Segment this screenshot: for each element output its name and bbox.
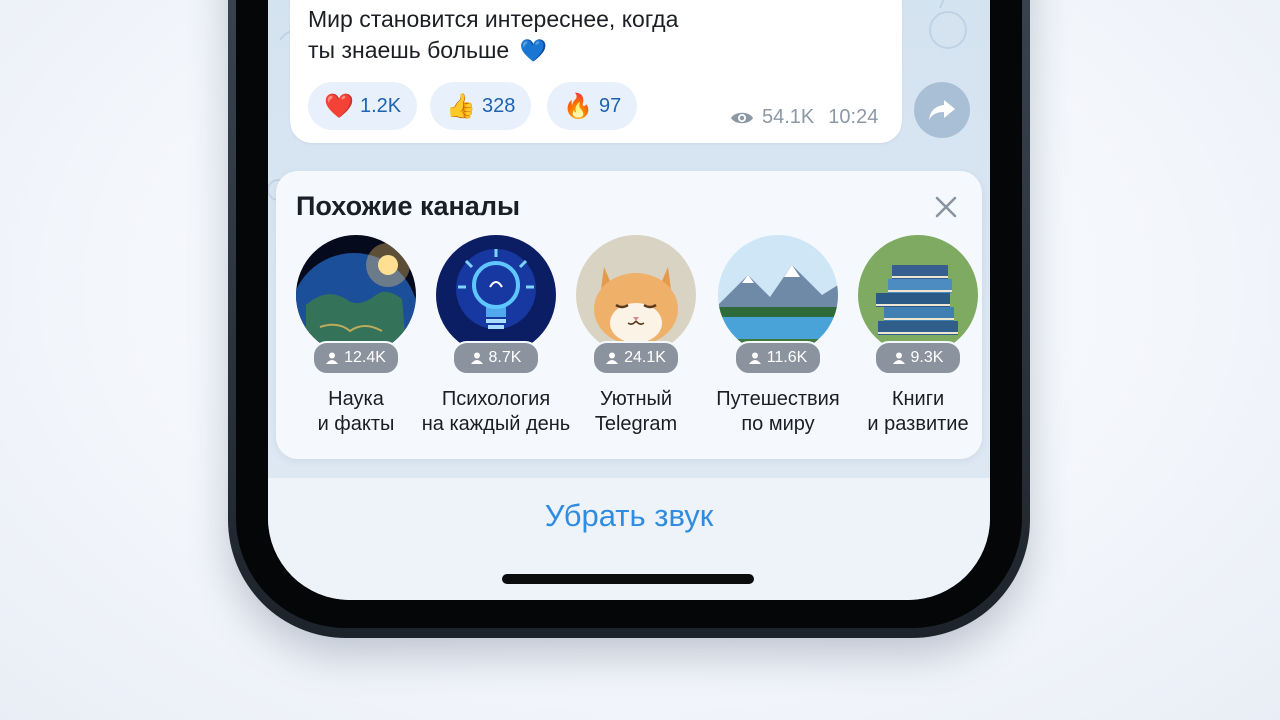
subscriber-badge: 8.7K — [452, 341, 540, 375]
channel-item[interactable]: 12.4K Наука и факты — [276, 235, 436, 437]
blue-heart-icon: 💙 — [519, 38, 548, 63]
close-icon — [935, 196, 957, 218]
share-button[interactable] — [914, 82, 970, 138]
heart-icon: ❤️ — [324, 92, 354, 120]
subscriber-badge: 24.1K — [592, 341, 680, 375]
message-text: Мир становится интереснее, когда ты знае… — [308, 4, 868, 66]
books-avatar — [858, 235, 978, 355]
reaction-count: 1.2K — [360, 94, 402, 117]
view-count: 54.1K — [762, 106, 815, 128]
similar-channels-card: Похожие каналы 12.4K Наука и факты 8.7K … — [276, 171, 982, 459]
subscriber-badge: 12.4K — [312, 341, 400, 375]
close-button[interactable] — [930, 191, 962, 223]
message-time: 10:24 — [828, 106, 879, 128]
channel-item[interactable]: 8.7K Психология на каждый день — [416, 235, 576, 437]
lightbulb-avatar — [436, 235, 556, 355]
message-bubble[interactable]: Мир становится интереснее, когда ты знае… — [290, 0, 902, 143]
bottom-bar: Убрать звук — [268, 478, 990, 600]
lightbulb-image — [436, 235, 556, 355]
reaction-thumbs-up[interactable]: 👍 328 — [430, 82, 532, 130]
subscriber-count: 11.6K — [766, 349, 808, 366]
channel-name: Уютный Telegram — [594, 388, 678, 435]
mountains-avatar — [718, 235, 838, 355]
books-image — [858, 235, 978, 355]
mute-button[interactable]: Убрать звук — [268, 498, 990, 534]
channel-item[interactable]: 11.6K Путешествия по миру — [698, 235, 858, 437]
channel-name: Книги и развитие — [867, 388, 969, 435]
person-icon — [606, 352, 619, 364]
person-icon — [748, 352, 761, 364]
card-title: Похожие каналы — [296, 191, 521, 221]
subscriber-count: 12.4K — [344, 349, 386, 366]
subscriber-count: 24.1K — [624, 349, 666, 366]
channel-name: Психология на каждый день — [421, 388, 571, 435]
reaction-count: 328 — [482, 94, 516, 117]
cat-avatar — [576, 235, 696, 355]
message-line-1: Мир становится интереснее, когда — [308, 6, 679, 32]
home-indicator — [502, 574, 754, 584]
message-line-2: ты знаешь больше 💙 — [308, 35, 868, 66]
message-meta: 54.1K 10:24 — [730, 106, 878, 129]
subscriber-count: 8.7K — [488, 349, 522, 366]
share-arrow-icon — [929, 100, 955, 120]
cat-image — [576, 235, 696, 355]
subscriber-badge: 9.3K — [874, 341, 962, 375]
channel-item[interactable]: 24.1K Уютный Telegram — [556, 235, 716, 437]
channel-item[interactable]: 9.3K Книги и развитие — [838, 235, 990, 437]
person-icon — [892, 352, 905, 364]
reaction-fire[interactable]: 🔥 97 — [547, 82, 638, 130]
message-line-2-text: ты знаешь больше — [308, 37, 510, 63]
phone-screen: Мир становится интереснее, когда ты знае… — [268, 0, 990, 600]
earth-avatar — [296, 235, 416, 355]
person-icon — [326, 352, 339, 364]
thumbs-up-icon: 👍 — [446, 92, 476, 120]
subscriber-badge: 11.6K — [734, 341, 822, 375]
subscriber-count: 9.3K — [910, 349, 944, 366]
channel-name: Путешествия по миру — [716, 388, 840, 435]
fire-icon: 🔥 — [563, 92, 593, 120]
reaction-heart[interactable]: ❤️ 1.2K — [308, 82, 418, 130]
person-icon — [470, 352, 483, 364]
eye-icon — [731, 112, 753, 123]
channel-name: Наука и факты — [317, 388, 395, 435]
mountains-image — [718, 235, 838, 355]
chat-background: Мир становится интереснее, когда ты знае… — [268, 0, 990, 478]
earth-image — [296, 235, 416, 355]
reaction-count: 97 — [599, 94, 622, 117]
